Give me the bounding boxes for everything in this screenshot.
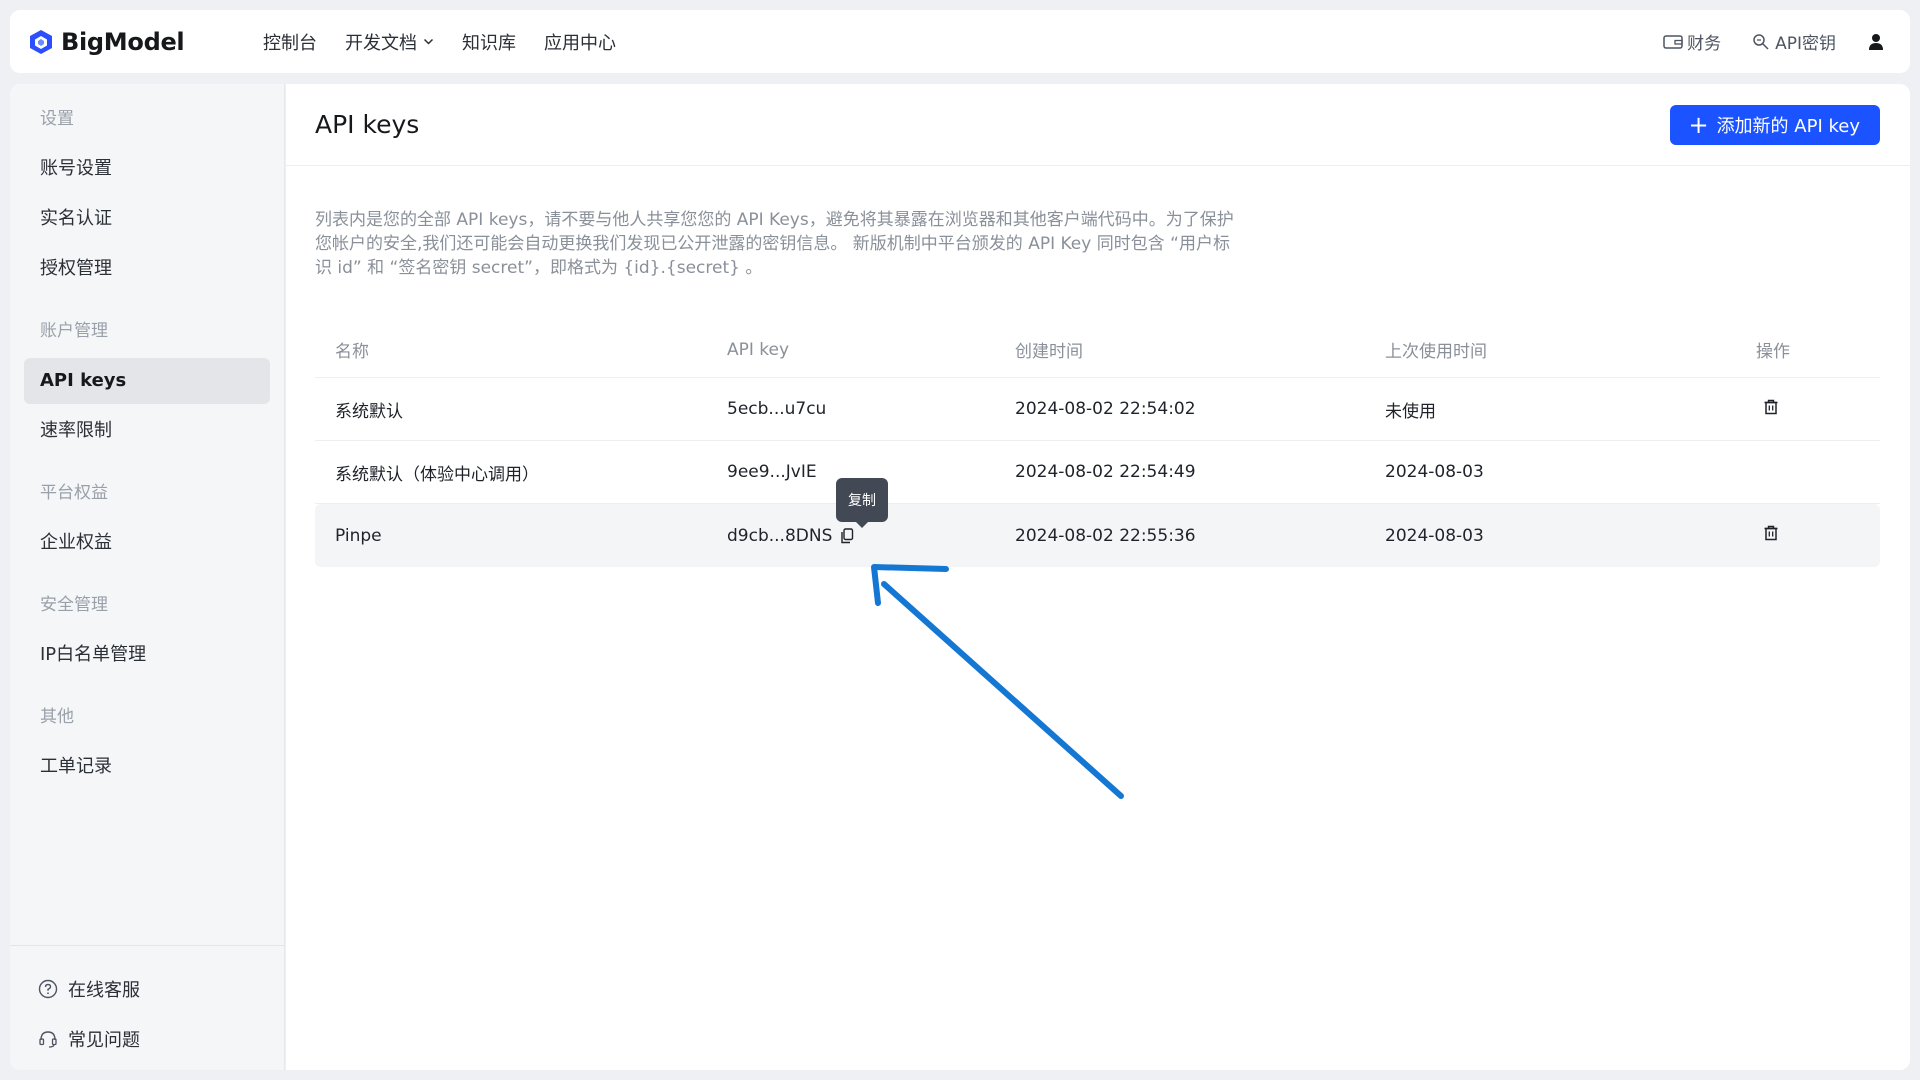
- row-created: 2024-08-02 22:54:49: [1015, 462, 1196, 482]
- sidebar-item-ip-whitelist[interactable]: IP白名单管理: [24, 630, 270, 680]
- main-panel: API keys + 添加新的 API key 列表内是您的全部 API key…: [286, 84, 1910, 1070]
- row-api-key: d9cb...8DNS: [727, 526, 1015, 546]
- nav-docs-label: 开发文档: [345, 32, 417, 54]
- sidebar-item-tickets[interactable]: 工单记录: [24, 742, 270, 792]
- header-actions: 操作: [1756, 342, 1790, 362]
- sidebar: 设置 账号设置 实名认证 授权管理 账户管理 API keys 速率限制 平台权…: [10, 84, 285, 1070]
- row-actions: [1756, 398, 1880, 421]
- sidebar-section-settings: 设置: [40, 109, 74, 129]
- sidebar-item-api-keys[interactable]: API keys: [24, 358, 270, 404]
- sidebar-section-account: 账户管理: [40, 321, 108, 341]
- api-keys-table: 名称 API key 创建时间 上次使用时间 操作 系统默认 5ecb...u7…: [315, 322, 1880, 567]
- top-right-actions: 财务 API密钥: [1633, 29, 1886, 54]
- row-name: Pinpe: [335, 525, 382, 546]
- trash-icon[interactable]: [1762, 398, 1780, 416]
- row-created: 2024-08-02 22:55:36: [1015, 525, 1196, 546]
- row-last-used: 2024-08-03: [1385, 525, 1484, 546]
- chevron-down-icon: [423, 38, 434, 45]
- row-api-key-value: 5ecb...u7cu: [727, 399, 827, 419]
- sidebar-item-authorization[interactable]: 授权管理: [24, 244, 270, 294]
- nav-console[interactable]: 控制台: [263, 29, 317, 55]
- nav-docs[interactable]: 开发文档: [345, 29, 434, 55]
- main-header: API keys + 添加新的 API key: [286, 84, 1910, 166]
- row-api-key-value: d9cb...8DNS: [727, 525, 833, 546]
- add-api-key-button[interactable]: + 添加新的 API key: [1670, 104, 1880, 145]
- row-last-used: 未使用: [1385, 401, 1436, 422]
- row-created: 2024-08-02 22:54:02: [1015, 399, 1196, 419]
- row-last-used: 2024-08-03: [1385, 462, 1484, 482]
- online-support-link[interactable]: 在线客服: [10, 964, 284, 1014]
- online-support-label: 在线客服: [68, 980, 140, 1001]
- nav-apps-label: 应用中心: [544, 32, 616, 54]
- copy-icon[interactable]: [840, 527, 854, 544]
- nav-knowledge-label: 知识库: [462, 32, 516, 54]
- table-row: 系统默认 5ecb...u7cu 2024-08-02 22:54:02 未使用: [315, 378, 1880, 441]
- sidebar-section-benefits: 平台权益: [40, 483, 108, 503]
- trash-icon[interactable]: [1762, 524, 1780, 542]
- nav-console-label: 控制台: [263, 32, 317, 54]
- row-name: 系统默认（体验中心调用）: [335, 464, 539, 485]
- user-icon[interactable]: [1866, 32, 1886, 52]
- header-api-key: API key: [727, 339, 790, 360]
- add-api-key-label: 添加新的 API key: [1716, 115, 1860, 137]
- sidebar-section-security: 安全管理: [40, 595, 108, 615]
- top-navbar: BigModel 控制台 开发文档 知识库 应用中心 财务 API密钥: [10, 10, 1910, 73]
- table-header: 名称 API key 创建时间 上次使用时间 操作: [315, 322, 1880, 378]
- sidebar-item-rate-limit[interactable]: 速率限制: [24, 406, 270, 456]
- row-name: 系统默认: [335, 401, 403, 422]
- row-actions: [1756, 524, 1880, 547]
- nav-apps[interactable]: 应用中心: [544, 29, 616, 55]
- header-last-used: 上次使用时间: [1385, 342, 1487, 362]
- sidebar-item-enterprise-benefits[interactable]: 企业权益: [24, 518, 270, 568]
- copy-tooltip: 复制: [836, 478, 888, 528]
- row-api-key: 5ecb...u7cu: [727, 399, 1015, 419]
- header-name: 名称: [335, 342, 369, 362]
- faq-link[interactable]: 常见问题: [10, 1014, 284, 1064]
- sidebar-section-other: 其他: [40, 707, 74, 727]
- header-created: 创建时间: [1015, 342, 1083, 362]
- page-title: API keys: [315, 110, 420, 139]
- table-row: 系统默认（体验中心调用） 9ee9...JvIE 2024-08-02 22:5…: [315, 441, 1880, 504]
- plus-icon: +: [1688, 110, 1709, 139]
- finance-link[interactable]: 财务: [1663, 29, 1721, 54]
- nav-knowledge[interactable]: 知识库: [462, 29, 516, 55]
- apikey-label: API密钥: [1775, 34, 1836, 54]
- brand-name: BigModel: [61, 27, 185, 56]
- finance-label: 财务: [1687, 34, 1722, 54]
- sidebar-bottom: 在线客服 常见问题: [10, 945, 284, 1070]
- table-row: Pinpe d9cb...8DNS 2024-08-02 22:55:36 20…: [315, 504, 1880, 567]
- key-search-icon: [1753, 33, 1769, 50]
- wallet-icon: [1663, 34, 1683, 49]
- sidebar-item-account-settings[interactable]: 账号设置: [24, 144, 270, 194]
- main-nav: 控制台 开发文档 知识库 应用中心: [263, 29, 644, 55]
- apikey-link[interactable]: API密钥: [1751, 29, 1836, 54]
- bigmodel-logo-icon: [30, 29, 52, 54]
- row-api-key-value: 9ee9...JvIE: [727, 462, 817, 482]
- description-text: 列表内是您的全部 API keys，请不要与他人共享您您的 API Keys，避…: [315, 210, 1234, 278]
- sidebar-item-realname[interactable]: 实名认证: [24, 194, 270, 244]
- faq-label: 常见问题: [68, 1030, 140, 1051]
- headset-icon: [39, 1031, 57, 1048]
- help-circle-icon: [38, 979, 58, 999]
- logo[interactable]: BigModel: [28, 28, 228, 56]
